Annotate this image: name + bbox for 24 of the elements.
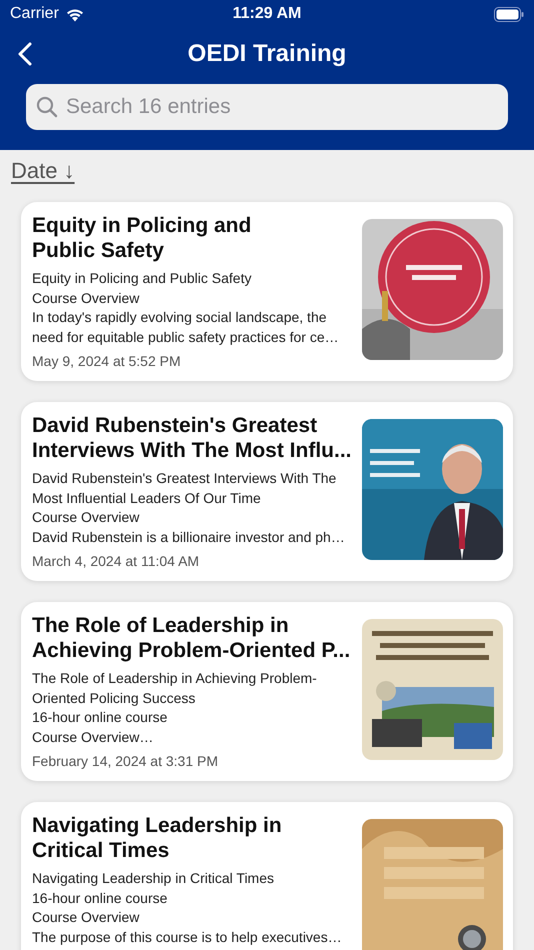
entry-date: March 4, 2024 at 11:04 AM [32, 553, 200, 569]
entry-summary: Navigating Leadership in Critical Times 16-hour online course Course Overview The purpose of this course is to help executives… [32, 869, 343, 947]
entry-summary: Equity in Policing and Public Safety Course Overview In today's rapidly evolving social landscape, the need for equitable public safety practices for ce… [32, 269, 340, 347]
battery-icon [494, 6, 524, 22]
entry-title: Equity in Policing and Public Safety [32, 213, 252, 263]
entry-title: Navigating Leadership in Critical Times [32, 813, 283, 863]
entry-card[interactable]: Navigating Leadership in Critical Times Navigating Leadership in Critical Times 16-hour online course Course Overview The purpose of this course is to help executives… [21, 802, 513, 950]
entry-summary: The Role of Leadership in Achieving Problem- Oriented Policing Success 16-hour online course Course Overview… [32, 669, 318, 746]
entry-title: The Role of Leadership in Achieving Problem-Oriented P... [32, 613, 352, 663]
entry-title: David Rubenstein's Greatest Interviews With The Most Influ... [32, 413, 352, 463]
entry-card[interactable] [21, 202, 513, 381]
carrier-label: Carrier [10, 5, 59, 23]
entry-summary: David Rubenstein's Greatest Interviews With The Most Influential Leaders Of Our Time Course Overview David Rubenstein is a billionaire investor and ph… [32, 469, 346, 547]
status-time: 11:29 AM [232, 5, 302, 23]
search-field[interactable]: Search 16 entries [26, 84, 508, 130]
back-icon[interactable] [18, 42, 32, 66]
entry-date: February 14, 2024 at 3:31 PM [32, 753, 219, 769]
wifi-icon [64, 6, 85, 22]
screen-title: OEDI Training [188, 40, 346, 68]
search-icon [36, 96, 58, 118]
sort-button[interactable]: Date ↓ [11, 158, 75, 184]
entry-card[interactable]: The Role of Leadership in Achieving Problem-Oriented P... The Role of Leadership in Achieving Problem- Oriented Policing Success 16-hour online course Course Overview… February 14, 2024 at 3:31 PM [21, 602, 513, 781]
entry-date: May 9, 2024 at 5:52 PM [32, 353, 182, 369]
entry-card[interactable] [21, 402, 513, 581]
